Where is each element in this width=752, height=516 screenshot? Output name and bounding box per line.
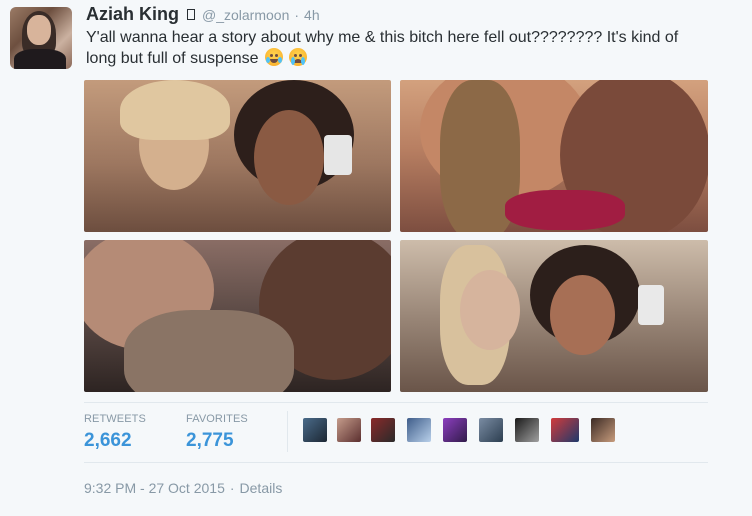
photo-1[interactable] <box>84 80 391 232</box>
favorites-stat[interactable]: FAVORITES 2,775 <box>186 413 248 452</box>
photo-subject-hair-left <box>120 80 230 140</box>
stats-separator <box>287 411 288 452</box>
favoriter-avatar[interactable] <box>591 418 615 442</box>
favoriter-avatar[interactable] <box>515 418 539 442</box>
tweet-text-body: Y'all wanna hear a story about why me & … <box>86 29 679 67</box>
author-name[interactable]: Aziah King <box>86 4 179 25</box>
missing-glyph-icon <box>187 9 195 20</box>
favoriter-avatar[interactable] <box>443 418 467 442</box>
stats-divider-bottom <box>84 462 708 463</box>
stats-divider-top <box>84 402 708 403</box>
retweets-stat[interactable]: RETWEETS 2,662 <box>84 413 146 452</box>
loudly-crying-face-emoji <box>289 48 308 66</box>
meta-separator: · <box>229 480 235 496</box>
author-handle[interactable]: @_zolarmoon <box>202 7 289 23</box>
avatar-face <box>27 15 51 45</box>
retweets-count[interactable]: 2,662 <box>84 430 146 452</box>
favoriter-avatar[interactable] <box>407 418 431 442</box>
author-avatar[interactable] <box>10 7 72 69</box>
photo-clothing <box>124 310 294 392</box>
tweet-card: Aziah King @_zolarmoon · 4h Y'all wanna … <box>0 0 752 516</box>
favoriters-avatars <box>303 418 623 448</box>
tweet-timestamp[interactable]: 9:32 PM - 27 Oct 2015 <box>84 480 225 496</box>
favoriter-avatar[interactable] <box>303 418 327 442</box>
favoriter-avatar[interactable] <box>371 418 395 442</box>
favoriter-avatar[interactable] <box>551 418 579 442</box>
details-link[interactable]: Details <box>240 480 283 496</box>
avatar-body <box>14 49 66 69</box>
photo-subject-face-right <box>254 110 324 205</box>
emoji-tear-left <box>266 57 271 63</box>
photo-2[interactable] <box>400 80 708 232</box>
emoji-tear-right <box>301 57 306 65</box>
photo-4[interactable] <box>400 240 708 392</box>
photo-3[interactable] <box>84 240 391 392</box>
face-with-tears-of-joy-emoji <box>265 48 284 66</box>
retweets-label: RETWEETS <box>84 413 146 425</box>
tweet-meta: 9:32 PM - 27 Oct 2015 · Details <box>84 480 282 496</box>
photo-clothing <box>505 190 625 230</box>
emoji-tear-left <box>291 57 296 65</box>
favorites-label: FAVORITES <box>186 413 248 425</box>
favorites-count[interactable]: 2,775 <box>186 430 248 452</box>
photo-phone <box>638 285 664 325</box>
favoriter-avatar[interactable] <box>479 418 503 442</box>
emoji-mouth <box>270 59 279 63</box>
photo-subject-face-left <box>460 270 520 350</box>
emoji-tear-right <box>278 57 283 63</box>
header-separator: · <box>294 7 300 23</box>
tweet-header: Aziah King @_zolarmoon · 4h <box>86 4 320 26</box>
photo-phone <box>324 135 352 175</box>
photo-subject-face-right <box>550 275 615 355</box>
tweet-time[interactable]: 4h <box>304 7 320 23</box>
tweet-text: Y'all wanna hear a story about why me & … <box>86 28 706 69</box>
favoriter-avatar[interactable] <box>337 418 361 442</box>
media-grid <box>84 80 708 392</box>
